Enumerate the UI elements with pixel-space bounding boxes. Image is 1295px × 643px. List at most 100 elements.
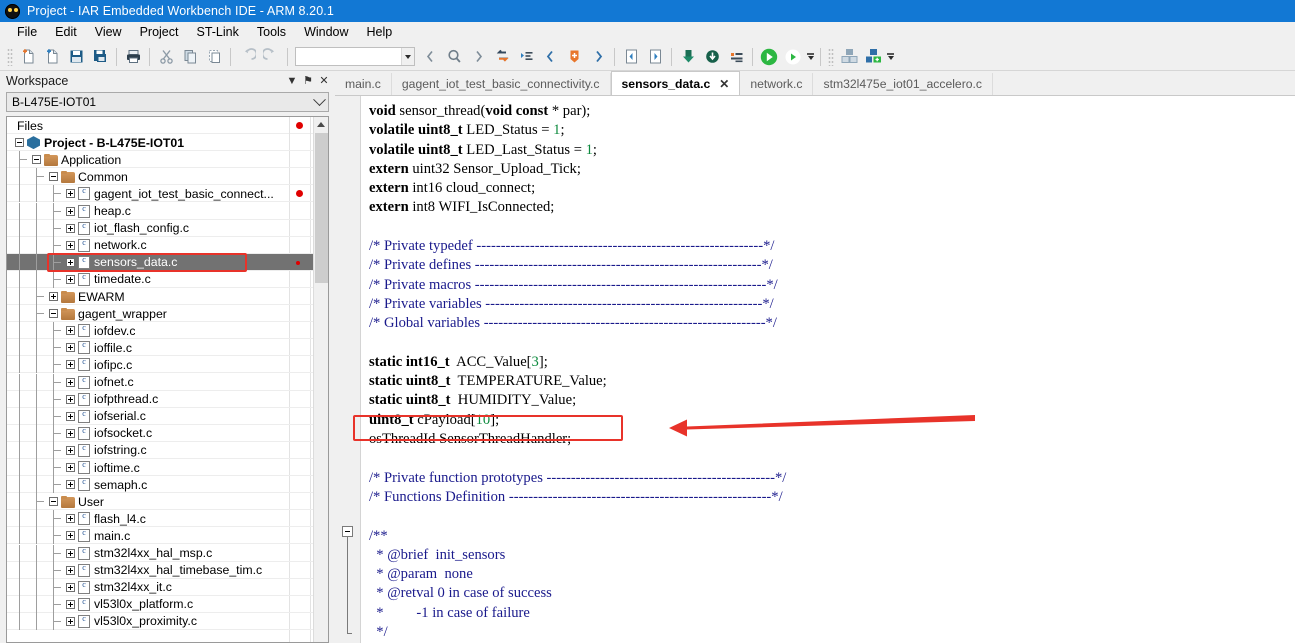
editor-tab-sensors-data-c[interactable]: sensors_data.c✕ — [611, 71, 741, 95]
menu-tools[interactable]: Tools — [248, 23, 295, 41]
stop-build-icon[interactable] — [724, 45, 748, 69]
code-editor[interactable]: void sensor_thread(void const * par);vol… — [335, 95, 1295, 643]
tree-item[interactable]: iofnet.c — [7, 374, 313, 391]
pin-icon[interactable]: ⚑ — [300, 73, 316, 89]
source-code[interactable]: void sensor_thread(void const * par);vol… — [361, 96, 1295, 643]
close-icon[interactable]: ✕ — [316, 73, 332, 89]
tree-vertical-scrollbar[interactable] — [313, 117, 328, 642]
find-icon[interactable] — [442, 45, 466, 69]
expand-icon[interactable] — [66, 326, 75, 335]
menu-st-link[interactable]: ST-Link — [187, 23, 247, 41]
menu-file[interactable]: File — [8, 23, 46, 41]
tree-item[interactable]: iofserial.c — [7, 408, 313, 425]
panel-dropdown-icon[interactable]: ▼ — [284, 73, 300, 89]
editor-tab-stm32l475e-iot01-accelero-c[interactable]: stm32l475e_iot01_accelero.c — [813, 73, 993, 95]
tree-item[interactable]: iofpthread.c — [7, 391, 313, 408]
workspace-add-layout-icon[interactable] — [861, 45, 885, 69]
workspace-layout-icon[interactable] — [837, 45, 861, 69]
expand-icon[interactable] — [66, 480, 75, 489]
expand-icon[interactable] — [66, 378, 75, 387]
project-config-selector[interactable]: B-L475E-IOT01 — [6, 92, 329, 112]
navigate-forward-icon[interactable] — [586, 45, 610, 69]
save-all-icon[interactable] — [88, 45, 112, 69]
print-icon[interactable] — [121, 45, 145, 69]
toolbar-grip[interactable] — [7, 48, 13, 66]
toolbar-grip[interactable] — [828, 48, 834, 66]
collapse-icon[interactable] — [49, 172, 58, 181]
tree-item[interactable]: iofipc.c — [7, 356, 313, 373]
expand-icon[interactable] — [66, 395, 75, 404]
replace-icon[interactable] — [490, 45, 514, 69]
new-document-icon[interactable] — [16, 45, 40, 69]
tree-item[interactable]: Application — [7, 151, 313, 168]
menu-window[interactable]: Window — [295, 23, 357, 41]
find-next-icon[interactable] — [466, 45, 490, 69]
tree-item[interactable]: User — [7, 493, 313, 510]
menu-view[interactable]: View — [86, 23, 131, 41]
expand-icon[interactable] — [66, 617, 75, 626]
tree-item[interactable]: iofdev.c — [7, 322, 313, 339]
collapse-icon[interactable] — [49, 309, 58, 318]
tree-item[interactable]: vl53l0x_proximity.c — [7, 613, 313, 630]
expand-icon[interactable] — [66, 549, 75, 558]
tree-item[interactable]: main.c — [7, 527, 313, 544]
tree-item[interactable]: iot_flash_config.c — [7, 220, 313, 237]
tree-item-selected[interactable]: sensors_data.c — [7, 254, 313, 271]
scrollbar-thumb[interactable] — [315, 133, 328, 283]
chevron-down-icon[interactable] — [401, 48, 414, 65]
tree-item[interactable]: ioffile.c — [7, 339, 313, 356]
tree-item[interactable]: semaph.c — [7, 476, 313, 493]
expand-icon[interactable] — [66, 343, 75, 352]
expand-icon[interactable] — [66, 258, 75, 267]
tree-item[interactable]: vl53l0x_platform.c — [7, 596, 313, 613]
find-previous-icon[interactable] — [418, 45, 442, 69]
collapse-icon[interactable] — [49, 497, 58, 506]
expand-icon[interactable] — [66, 446, 75, 455]
tree-item[interactable]: Common — [7, 168, 313, 185]
tree-item[interactable]: EWARM — [7, 288, 313, 305]
expand-icon[interactable] — [66, 412, 75, 421]
menu-edit[interactable]: Edit — [46, 23, 86, 41]
expand-icon[interactable] — [66, 360, 75, 369]
scroll-up-icon[interactable] — [314, 117, 329, 132]
save-icon[interactable] — [64, 45, 88, 69]
expand-icon[interactable] — [66, 275, 75, 284]
copy-icon[interactable] — [178, 45, 202, 69]
toolbar-overflow-icon[interactable] — [885, 45, 896, 69]
redo-icon[interactable] — [259, 45, 283, 69]
expand-icon[interactable] — [66, 207, 75, 216]
go-to-icon[interactable] — [514, 45, 538, 69]
view-toolbar-options-icon[interactable] — [805, 45, 816, 69]
tree-item[interactable]: timedate.c — [7, 271, 313, 288]
editor-gutter[interactable] — [335, 96, 361, 643]
tree-item[interactable]: gagent_wrapper — [7, 305, 313, 322]
cut-icon[interactable] — [154, 45, 178, 69]
tree-item[interactable]: gagent_iot_test_basic_connect... — [7, 185, 313, 202]
project-tree-rows[interactable]: Files Project - B-L475E-IOT01Application… — [7, 117, 313, 642]
download-and-debug-icon[interactable] — [757, 45, 781, 69]
expand-icon[interactable] — [66, 241, 75, 250]
bookmark-icon[interactable] — [562, 45, 586, 69]
expand-icon[interactable] — [66, 463, 75, 472]
debug-without-download-icon[interactable] — [781, 45, 805, 69]
close-tab-icon[interactable]: ✕ — [719, 77, 729, 91]
tree-item[interactable]: iofstring.c — [7, 442, 313, 459]
expand-icon[interactable] — [66, 531, 75, 540]
paste-icon[interactable] — [202, 45, 226, 69]
tree-item[interactable]: ioftime.c — [7, 459, 313, 476]
menu-help[interactable]: Help — [358, 23, 402, 41]
expand-icon[interactable] — [49, 292, 58, 301]
menu-project[interactable]: Project — [131, 23, 188, 41]
next-bookmark-icon[interactable] — [643, 45, 667, 69]
expand-icon[interactable] — [66, 224, 75, 233]
expand-icon[interactable] — [66, 566, 75, 575]
collapse-icon[interactable] — [15, 138, 24, 147]
make-icon[interactable] — [700, 45, 724, 69]
navigate-backward-icon[interactable] — [538, 45, 562, 69]
expand-icon[interactable] — [66, 600, 75, 609]
expand-icon[interactable] — [66, 583, 75, 592]
fold-toggle-icon[interactable] — [342, 526, 353, 537]
editor-tab-network-c[interactable]: network.c — [740, 73, 813, 95]
tree-item[interactable]: iofsocket.c — [7, 425, 313, 442]
editor-tab-main-c[interactable]: main.c — [335, 73, 392, 95]
